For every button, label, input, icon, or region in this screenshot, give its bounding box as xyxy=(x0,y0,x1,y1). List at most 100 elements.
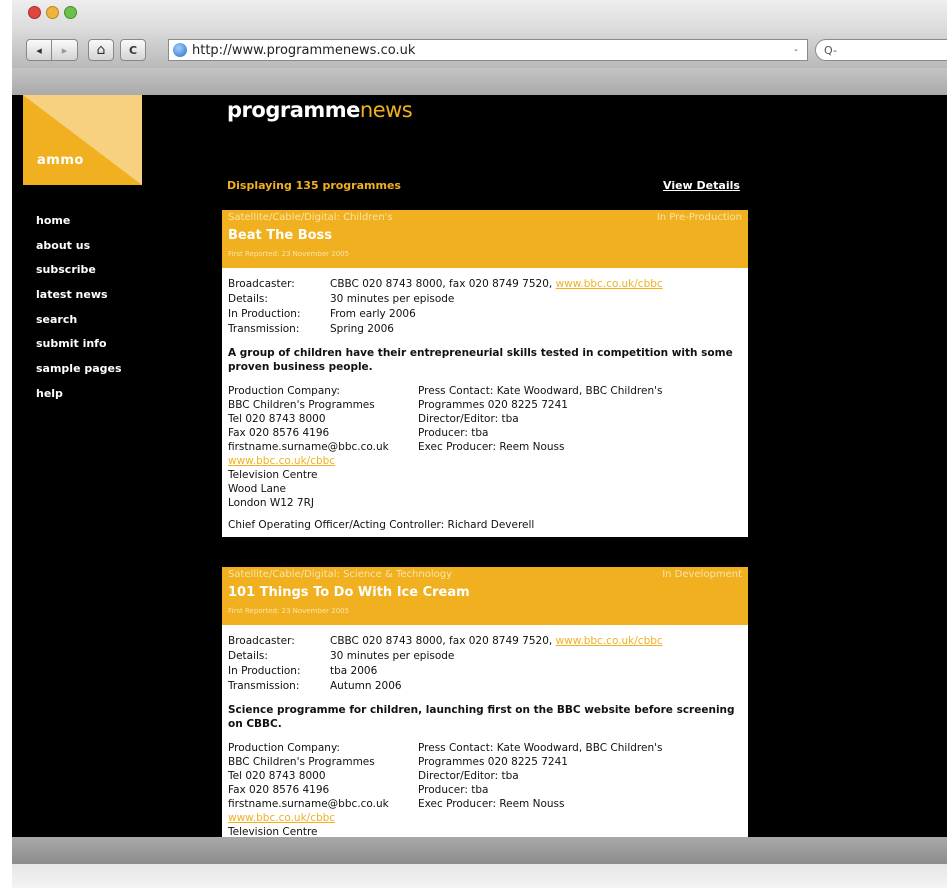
browser-toolbar: ◂ ▸ ⌂ C http://www.programmenews.co.uk -… xyxy=(12,34,947,68)
company-link[interactable]: www.bbc.co.uk/cbbc xyxy=(228,811,418,825)
production-company: Production Company: BBC Children's Progr… xyxy=(228,384,418,510)
broadcaster-label: Broadcaster: xyxy=(228,278,295,290)
details-row: Details: 30 minutes per episode xyxy=(228,649,742,664)
programme-title[interactable]: Beat The Boss xyxy=(228,228,332,243)
browser-window: ◂ ▸ ⌂ C http://www.programmenews.co.uk -… xyxy=(0,0,947,888)
contact-line: Director/Editor: tba xyxy=(418,413,519,425)
site-title-bold: programme xyxy=(227,98,360,122)
programme-body: Broadcaster: CBBC 020 8743 8000, fax 020 … xyxy=(222,268,748,537)
company-link[interactable]: www.bbc.co.uk/cbbc xyxy=(228,454,418,468)
broadcaster-link[interactable]: www.bbc.co.uk/cbbc xyxy=(556,635,663,647)
snapback-icon: - xyxy=(794,44,798,56)
details-row: Details: 30 minutes per episode xyxy=(228,292,742,307)
company-line: Tel 020 8743 8000 xyxy=(228,770,326,782)
production-value: tba 2006 xyxy=(330,665,378,677)
view-details-link[interactable]: View Details xyxy=(663,179,740,192)
zoom-icon[interactable] xyxy=(64,6,77,19)
title-bar xyxy=(12,0,947,34)
page-content: ammo programmenews home about us subscri… xyxy=(12,95,947,837)
programme-body: Broadcaster: CBBC 020 8743 8000, fax 020 … xyxy=(222,625,748,837)
programme-description: A group of children have their entrepren… xyxy=(228,347,733,373)
reload-icon: C xyxy=(128,43,138,57)
address-bar[interactable]: http://www.programmenews.co.uk xyxy=(168,39,808,61)
broadcaster-text: CBBC 020 8743 8000, fax 020 8749 7520, xyxy=(330,635,553,647)
first-reported: First Reported: 23 November 2005 xyxy=(228,607,350,615)
menu-item-help[interactable]: help xyxy=(36,383,122,408)
contact-line: Press Contact: Kate Woodward, BBC Childr… xyxy=(418,742,663,754)
company-line: BBC Children's Programmes xyxy=(228,399,375,411)
contacts-block: Production Company: BBC Children's Progr… xyxy=(228,741,742,837)
details-value: 30 minutes per episode xyxy=(330,650,455,662)
bookmarks-bar xyxy=(12,68,947,96)
details-label: Details: xyxy=(228,650,268,662)
menu-item-sample-pages[interactable]: sample pages xyxy=(36,358,122,383)
contact-line: Producer: tba xyxy=(418,784,489,796)
production-row: In Production: From early 2006 xyxy=(228,307,742,322)
programme-title[interactable]: 101 Things To Do With Ice Cream xyxy=(228,585,470,600)
logo-text: ammo xyxy=(37,153,84,168)
broadcaster-label: Broadcaster: xyxy=(228,635,295,647)
programme-category: Satellite/Cable/Digital: Science & Techn… xyxy=(228,569,452,580)
first-reported: First Reported: 23 November 2005 xyxy=(228,250,350,258)
company-email: firstname.surname@bbc.co.uk xyxy=(228,798,389,810)
snapback-button[interactable]: - xyxy=(784,39,808,61)
company-email: firstname.surname@bbc.co.uk xyxy=(228,441,389,453)
home-button[interactable]: ⌂ xyxy=(88,39,114,61)
menu-item-search[interactable]: search xyxy=(36,309,122,334)
contacts-block: Production Company: BBC Children's Progr… xyxy=(228,384,742,510)
minimize-icon[interactable] xyxy=(46,6,59,19)
contact-line: Programmes 020 8225 7241 xyxy=(418,756,568,768)
programme-header: Satellite/Cable/Digital: Science & Techn… xyxy=(222,567,748,625)
broadcaster-link[interactable]: www.bbc.co.uk/cbbc xyxy=(556,278,663,290)
back-arrow-icon: ◂ xyxy=(36,43,42,57)
contact-line: Press Contact: Kate Woodward, BBC Childr… xyxy=(418,385,663,397)
site-title-light: news xyxy=(359,98,413,122)
traffic-lights xyxy=(28,6,77,19)
ammo-logo[interactable]: ammo xyxy=(23,95,142,185)
broadcaster-text: CBBC 020 8743 8000, fax 020 8749 7520, xyxy=(330,278,553,290)
contact-line: Exec Producer: Reem Nouss xyxy=(418,798,565,810)
transmission-label: Transmission: xyxy=(228,680,300,692)
programme-description: Science programme for children, launchin… xyxy=(228,704,735,730)
forward-arrow-icon: ▸ xyxy=(61,43,68,57)
back-button[interactable]: ◂ xyxy=(26,39,52,61)
broadcaster-value: CBBC 020 8743 8000, fax 020 8749 7520, w… xyxy=(330,277,663,292)
programme-card: Satellite/Cable/Digital: Science & Techn… xyxy=(222,567,748,837)
coo-line: Chief Operating Officer/Acting Controlle… xyxy=(228,519,535,531)
transmission-label: Transmission: xyxy=(228,323,300,335)
menu-item-submit-info[interactable]: submit info xyxy=(36,333,122,358)
programme-card: Satellite/Cable/Digital: Children's In P… xyxy=(222,210,748,537)
press-contacts: Press Contact: Kate Woodward, BBC Childr… xyxy=(418,741,662,837)
search-icon: Q- xyxy=(824,43,837,57)
results-count: Displaying 135 programmes xyxy=(227,179,401,192)
search-field[interactable]: Q- xyxy=(815,39,947,61)
url-text: http://www.programmenews.co.uk xyxy=(192,42,416,58)
reload-button[interactable]: C xyxy=(120,39,146,61)
site-title: programmenews xyxy=(227,98,413,122)
contact-line: Programmes 020 8225 7241 xyxy=(418,399,568,411)
details-value: 30 minutes per episode xyxy=(330,293,455,305)
menu-item-about-us[interactable]: about us xyxy=(36,235,122,260)
address-line: London W12 7RJ xyxy=(228,497,314,509)
broadcaster-row: Broadcaster: CBBC 020 8743 8000, fax 020 … xyxy=(228,277,742,292)
side-menu: home about us subscribe latest news sear… xyxy=(36,210,122,408)
company-line: Production Company: xyxy=(228,385,340,397)
menu-item-latest-news[interactable]: latest news xyxy=(36,284,122,309)
forward-button[interactable]: ▸ xyxy=(52,39,78,61)
company-line: Production Company: xyxy=(228,742,340,754)
contact-line: Producer: tba xyxy=(418,427,489,439)
production-label: In Production: xyxy=(228,308,301,320)
status-bar xyxy=(12,837,947,864)
address-line: Television Centre xyxy=(228,826,318,837)
menu-item-subscribe[interactable]: subscribe xyxy=(36,259,122,284)
close-icon[interactable] xyxy=(28,6,41,19)
transmission-row: Transmission: Autumn 2006 xyxy=(228,679,742,694)
programme-status: In Pre-Production xyxy=(656,212,742,223)
broadcaster-row: Broadcaster: CBBC 020 8743 8000, fax 020 … xyxy=(228,634,742,649)
logo-triangle xyxy=(23,95,142,185)
window-bottom xyxy=(12,864,947,888)
menu-item-home[interactable]: home xyxy=(36,210,122,235)
transmission-row: Transmission: Spring 2006 xyxy=(228,322,742,337)
company-line: Fax 020 8576 4196 xyxy=(228,784,330,796)
production-company: Production Company: BBC Children's Progr… xyxy=(228,741,418,837)
